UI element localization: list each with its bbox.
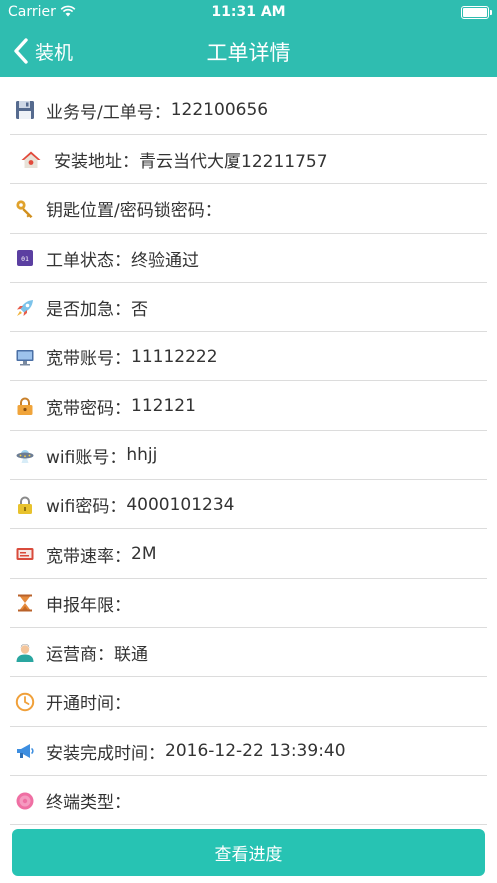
- list-item-key-location: 钥匙位置/密码锁密码：: [0, 184, 497, 234]
- list-item-broadband-speed: 宽带速率： 2M: [0, 529, 497, 579]
- hourglass-icon: [14, 592, 36, 614]
- row-label: 开通时间：: [46, 694, 131, 715]
- row-label: 宽带密码：: [46, 398, 131, 419]
- row-label: 宽带账号：: [46, 349, 131, 370]
- list-item-order-status: 01 工单状态： 终验通过: [0, 234, 497, 284]
- list-item-operator: 运营商： 联通: [0, 628, 497, 678]
- list-item-broadband-account: 宽带账号： 11112222: [0, 332, 497, 382]
- padlock-icon: [14, 494, 36, 516]
- battery-icon: [461, 6, 492, 19]
- row-value: 2016-12-22 13:39:40: [165, 741, 346, 762]
- megaphone-icon: [14, 740, 36, 762]
- circle-badge-icon: [14, 790, 36, 812]
- list-item-activation-time: 开通时间：: [0, 677, 497, 727]
- row-label: 申报年限：: [46, 595, 131, 616]
- svg-text:01: 01: [21, 255, 29, 263]
- rocket-icon: [14, 297, 36, 319]
- row-label: 是否加急：: [46, 300, 131, 321]
- list-item-wifi-account: wifi账号： hhjj: [0, 431, 497, 481]
- clock-icon: [14, 691, 36, 713]
- list-item-install-complete-time: 安装完成时间： 2016-12-22 13:39:40: [0, 727, 497, 777]
- row-value: 11112222: [131, 346, 218, 367]
- ufo-icon: [14, 444, 36, 466]
- row-value: 2M: [131, 544, 157, 565]
- row-label: 钥匙位置/密码锁密码：: [46, 201, 222, 222]
- row-label: 宽带速率：: [46, 546, 131, 567]
- list-item-report-period: 申报年限：: [0, 579, 497, 629]
- row-label: 工单状态：: [46, 250, 131, 271]
- row-label: wifi密码：: [46, 497, 127, 518]
- list-item-install-address: 安装地址： 青云当代大厦12211757: [0, 135, 497, 185]
- router-icon: [14, 543, 36, 565]
- top-bar: Carrier 11:31 AM 装机 工单详情: [0, 0, 497, 77]
- row-label: 运营商：: [46, 645, 114, 666]
- person-icon: [14, 642, 36, 664]
- row-label: 安装地址：: [54, 152, 139, 173]
- row-value: 4000101234: [126, 494, 235, 515]
- row-label: wifi账号：: [46, 447, 127, 468]
- lock-icon: [14, 395, 36, 417]
- list-item-urgent: 是否加急： 否: [0, 283, 497, 333]
- row-value: 终验通过: [131, 250, 199, 271]
- row-value: 青云当代大厦12211757: [139, 152, 328, 173]
- monitor-icon: [14, 346, 36, 368]
- row-value: 122100656: [170, 100, 269, 120]
- clock-time: 11:31 AM: [211, 4, 286, 20]
- floppy-disk-icon: [14, 99, 36, 121]
- list-item-wifi-password: wifi密码： 4000101234: [0, 480, 497, 530]
- row-label: 安装完成时间：: [46, 743, 165, 764]
- status-bar: Carrier 11:31 AM: [0, 0, 497, 26]
- view-progress-button[interactable]: 查看进度: [12, 829, 485, 876]
- page-title: 工单详情: [206, 41, 291, 65]
- row-value: hhjj: [126, 445, 158, 466]
- order-detail-list: 业务号/工单号： 122100656 安装地址： 青云当代大厦12211757 …: [0, 77, 497, 826]
- house-icon: [20, 149, 42, 171]
- navigation-bar: 装机 工单详情: [0, 26, 497, 77]
- row-value: 否: [131, 300, 148, 321]
- row-value: 112121: [131, 396, 196, 417]
- status-box-icon: 01: [14, 247, 36, 269]
- row-label: 业务号/工单号：: [46, 102, 171, 123]
- list-item-order-number: 业务号/工单号： 122100656: [0, 77, 497, 135]
- row-value: 联通: [114, 645, 148, 666]
- list-item-broadband-password: 宽带密码： 112121: [0, 381, 497, 432]
- key-icon: [14, 198, 36, 220]
- view-progress-button-label: 查看进度: [214, 845, 283, 865]
- row-label: 终端类型：: [46, 793, 131, 813]
- list-item-terminal-type: 终端类型：: [0, 776, 497, 826]
